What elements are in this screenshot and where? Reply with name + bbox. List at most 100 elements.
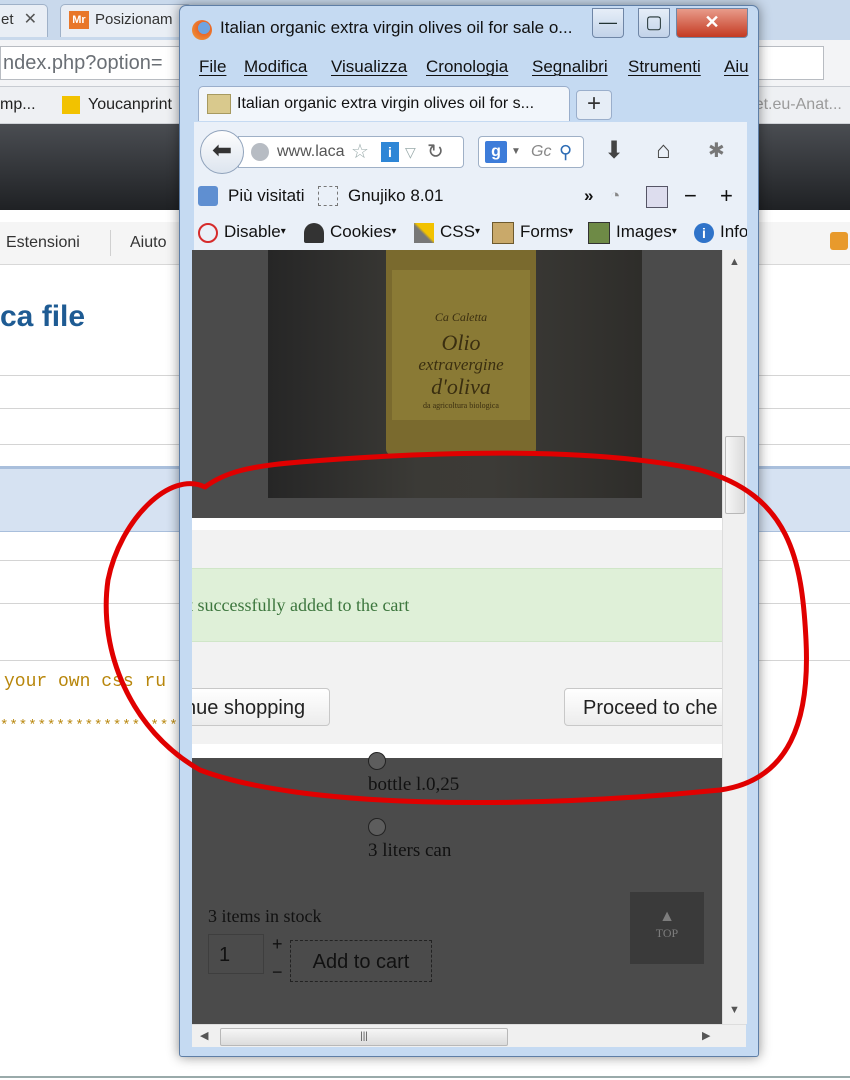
modal-body: ct successfully added to the cart nue sh… xyxy=(192,530,722,744)
cookies-menu[interactable]: Cookies▾ xyxy=(304,214,396,250)
background-bookmark[interactable]: mp... xyxy=(0,87,36,123)
cookies-icon xyxy=(304,222,324,243)
divider xyxy=(0,1076,850,1078)
chevron-down-icon[interactable]: ▼ xyxy=(511,137,521,167)
continue-shopping-button[interactable]: nue shopping xyxy=(192,688,330,726)
menu-visualizza[interactable]: Visualizza xyxy=(331,57,407,77)
forms-icon xyxy=(492,221,514,244)
firefox-window: Italian organic extra virgin olives oil … xyxy=(179,5,759,1057)
zoom-out-icon[interactable]: − xyxy=(684,178,697,214)
dropdown-icon: ▾ xyxy=(474,226,480,237)
scroll-left-icon[interactable]: ◀ xyxy=(200,1029,208,1042)
web-developer-toolbar: Disable▾ Cookies▾ CSS▾ Forms▾ Images▾ iI… xyxy=(194,214,747,250)
vertical-scrollbar[interactable]: ▲ ▼ xyxy=(722,250,747,1024)
disable-menu[interactable]: Disable▾ xyxy=(198,214,286,250)
tin-text-oliva: d'oliva xyxy=(431,374,491,399)
horizontal-scrollbar[interactable]: ◀ ||| ▶ xyxy=(192,1024,746,1047)
gnujiko-icon xyxy=(318,186,338,206)
dropdown-icon: ▾ xyxy=(568,226,574,237)
add-to-cart-button[interactable]: Add to cart xyxy=(290,940,432,982)
youcanprint-icon xyxy=(62,95,80,114)
close-icon[interactable]: ✕ xyxy=(24,5,37,35)
info-icon: i xyxy=(694,222,714,243)
close-button[interactable]: ✕ xyxy=(676,8,748,38)
background-tab[interactable]: et ✕ xyxy=(0,4,48,37)
menu-item-estensioni[interactable]: Estensioni xyxy=(6,222,80,264)
back-button[interactable]: ⬅ xyxy=(200,130,244,174)
css-label: CSS xyxy=(440,222,475,241)
minimize-button[interactable]: — xyxy=(592,8,624,38)
info-icon[interactable]: i xyxy=(381,142,399,162)
stock-status: 3 items in stock xyxy=(208,906,322,926)
chevron-right-icon[interactable]: » xyxy=(584,178,593,214)
navigation-bar: www.laca ☆ i ▽ ↻ ⬅ g ▼ Gc ⚲ ⬇ ⌂ ✱ xyxy=(194,122,747,178)
bookmark-star-icon[interactable]: ☆ xyxy=(351,137,369,167)
firebug-icon[interactable]: ✱ xyxy=(708,136,725,166)
information-menu[interactable]: i Info xyxy=(694,214,747,250)
proceed-to-checkout-button[interactable]: Proceed to che xyxy=(564,688,722,726)
scroll-right-icon[interactable]: ▶ xyxy=(702,1029,710,1042)
reload-icon[interactable]: ↻ xyxy=(427,137,444,167)
menu-modifica[interactable]: Modifica xyxy=(244,57,307,77)
quantity-input[interactable]: 1 xyxy=(208,934,264,974)
download-icon[interactable]: ⬇ xyxy=(604,136,624,166)
menu-segnalibri[interactable]: Segnalibri xyxy=(532,57,608,77)
background-code-text: your own css ru xyxy=(4,672,167,692)
scroll-down-icon[interactable]: ▼ xyxy=(729,1004,740,1016)
tab-active[interactable]: Italian organic extra virgin olives oil … xyxy=(198,86,570,121)
css-menu[interactable]: CSS▾ xyxy=(414,214,480,250)
chevron-down-icon[interactable]: ▽ xyxy=(405,137,416,167)
option-radio[interactable] xyxy=(368,752,386,770)
forms-menu[interactable]: Forms▾ xyxy=(492,214,573,250)
search-placeholder: Gc xyxy=(531,143,552,160)
bookmark-gnujiko[interactable]: Gnujiko 8.01 xyxy=(348,178,443,214)
images-menu[interactable]: Images▾ xyxy=(588,214,677,250)
background-tab-label: et xyxy=(1,11,14,28)
window-title: Italian organic extra virgin olives oil … xyxy=(220,18,573,37)
user-icon[interactable] xyxy=(830,232,848,250)
quantity-increase[interactable]: + xyxy=(272,934,283,955)
home-icon[interactable]: ⌂ xyxy=(656,136,671,166)
zoom-in-icon[interactable]: + xyxy=(720,178,733,214)
url-field[interactable]: www.laca ☆ i ▽ ↻ xyxy=(238,136,464,168)
site-favicon-icon xyxy=(207,93,231,114)
option-radio[interactable] xyxy=(368,818,386,836)
information-label: Info xyxy=(720,222,747,241)
added-to-cart-modal: ct successfully added to the cart nue sh… xyxy=(192,518,722,758)
menu-item-aiuto[interactable]: Aiuto xyxy=(130,222,166,264)
new-tab-button[interactable]: + xyxy=(576,90,612,120)
dropdown-icon: ▾ xyxy=(280,226,286,237)
disable-label: Disable xyxy=(224,222,281,241)
bookmark-piu-visitati[interactable]: Più visitati xyxy=(228,178,305,214)
background-bookmark[interactable]: Youcanprint xyxy=(62,87,172,123)
page-content: Ca Caletta Olio extravergine d'oliva da … xyxy=(192,250,722,1024)
rss-icon[interactable]: ◔ xyxy=(610,178,620,214)
maximize-button[interactable]: ▢ xyxy=(638,8,670,38)
search-icon[interactable]: ⚲ xyxy=(559,137,572,167)
menu-cronologia[interactable]: Cronologia xyxy=(426,57,508,77)
title-bar[interactable]: Italian organic extra virgin olives oil … xyxy=(180,6,758,50)
css-wand-icon xyxy=(414,222,434,243)
images-icon xyxy=(588,221,610,244)
google-icon[interactable]: g xyxy=(485,141,507,163)
tin-text-olio: Olio xyxy=(441,330,481,355)
firefox-icon xyxy=(192,20,212,40)
tab-label: Italian organic extra virgin olives oil … xyxy=(237,95,535,112)
menu-file[interactable]: File xyxy=(199,57,226,77)
forms-label: Forms xyxy=(520,222,569,241)
background-tab[interactable]: Mr Posizionam xyxy=(60,4,192,37)
back-to-top-button[interactable]: ▲ TOP xyxy=(630,892,704,964)
vertical-scroll-thumb[interactable] xyxy=(725,436,745,514)
top-label: TOP xyxy=(655,926,679,940)
oil-tin: Ca Caletta Olio extravergine d'oliva da … xyxy=(386,250,536,455)
horizontal-scroll-thumb[interactable]: ||| xyxy=(220,1028,508,1046)
arrow-left-icon: ⬅ xyxy=(211,137,233,164)
menu-aiuto[interactable]: Aiu xyxy=(724,57,749,77)
scroll-up-icon[interactable]: ▲ xyxy=(729,256,740,268)
tab-strip: Italian organic extra virgin olives oil … xyxy=(194,84,754,121)
background-page-title: ca file xyxy=(0,300,86,333)
bookmarks-menu-icon[interactable] xyxy=(646,186,668,208)
menu-strumenti[interactable]: Strumenti xyxy=(628,57,701,77)
quantity-decrease[interactable]: − xyxy=(272,962,283,983)
search-field[interactable]: g ▼ Gc ⚲ xyxy=(478,136,584,168)
